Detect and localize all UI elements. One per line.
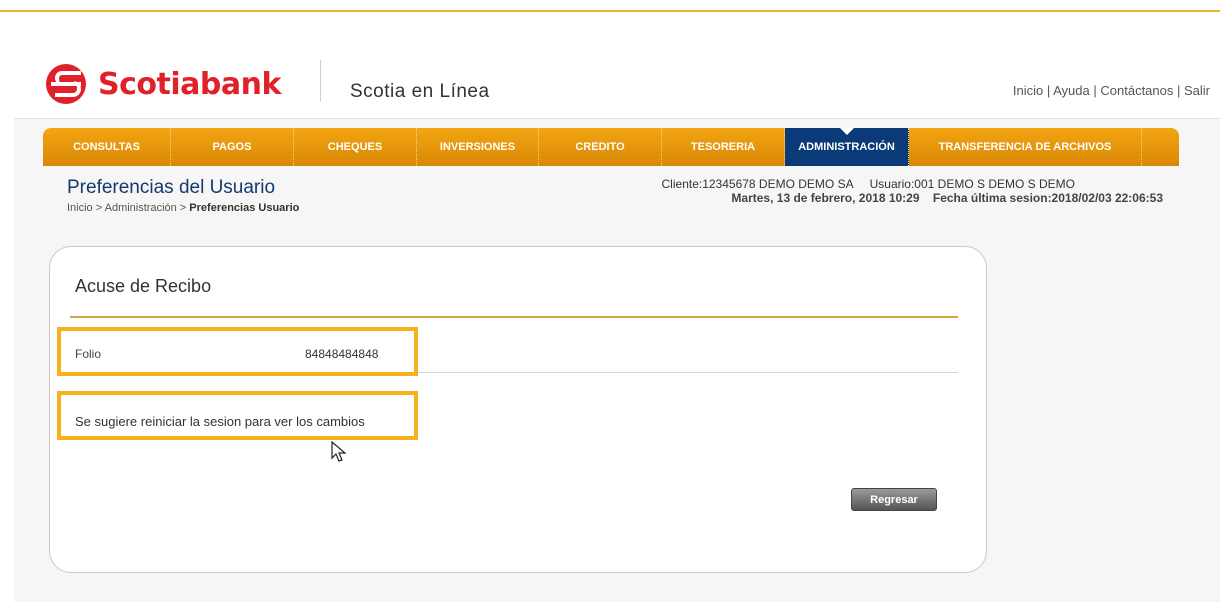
mouse-pointer-icon <box>331 440 347 468</box>
nav-administracion[interactable]: ADMINISTRACIÓN <box>785 128 909 166</box>
scotiabank-logo[interactable]: Scotiabank <box>46 64 281 104</box>
nav-inversiones[interactable]: INVERSIONES <box>417 128 539 166</box>
page-title: Preferencias del Usuario <box>67 177 276 198</box>
nav-transferencia-archivos[interactable]: TRANSFERENCIA DE ARCHIVOS <box>909 128 1142 166</box>
logo-separator <box>320 60 321 102</box>
session-date-line: Martes, 13 de febrero, 2018 10:29 Fecha … <box>731 191 1163 205</box>
back-button[interactable]: Regresar <box>851 488 937 511</box>
link-inicio[interactable]: Inicio <box>1013 83 1043 98</box>
link-contactanos[interactable]: Contáctanos <box>1100 83 1173 98</box>
brand-name: Scotiabank <box>98 66 281 102</box>
breadcrumb-path[interactable]: Inicio > Administración > <box>67 202 189 214</box>
receipt-title: Acuse de Recibo <box>75 276 212 296</box>
breadcrumb-current: Preferencias Usuario <box>189 202 300 214</box>
title-divider <box>70 316 958 318</box>
link-ayuda[interactable]: Ayuda <box>1053 83 1090 98</box>
product-name: Scotia en Línea <box>350 81 490 102</box>
link-salir[interactable]: Salir <box>1184 83 1210 98</box>
message-highlight-box <box>57 391 418 440</box>
breadcrumb: Inicio > Administración > Preferencias U… <box>67 202 299 214</box>
top-rule <box>0 0 1220 12</box>
nav-tesoreria[interactable]: TESORERIA <box>662 128 785 166</box>
client-info: Cliente:12345678 DEMO DEMO SA Usuario:00… <box>598 177 1163 205</box>
main-nav: CONSULTAS PAGOS CHEQUES INVERSIONES CRED… <box>43 128 1179 166</box>
nav-consultas[interactable]: CONSULTAS <box>43 128 171 166</box>
client-user-line: Cliente:12345678 DEMO DEMO SA Usuario:00… <box>661 177 1075 191</box>
top-links: Inicio | Ayuda | Contáctanos | Salir <box>1012 83 1210 98</box>
nav-pagos[interactable]: PAGOS <box>171 128 294 166</box>
nav-credito[interactable]: CREDITO <box>539 128 662 166</box>
nav-cheques[interactable]: CHEQUES <box>294 128 417 166</box>
folio-highlight-box <box>57 327 418 376</box>
scotiabank-logo-icon <box>46 64 86 104</box>
